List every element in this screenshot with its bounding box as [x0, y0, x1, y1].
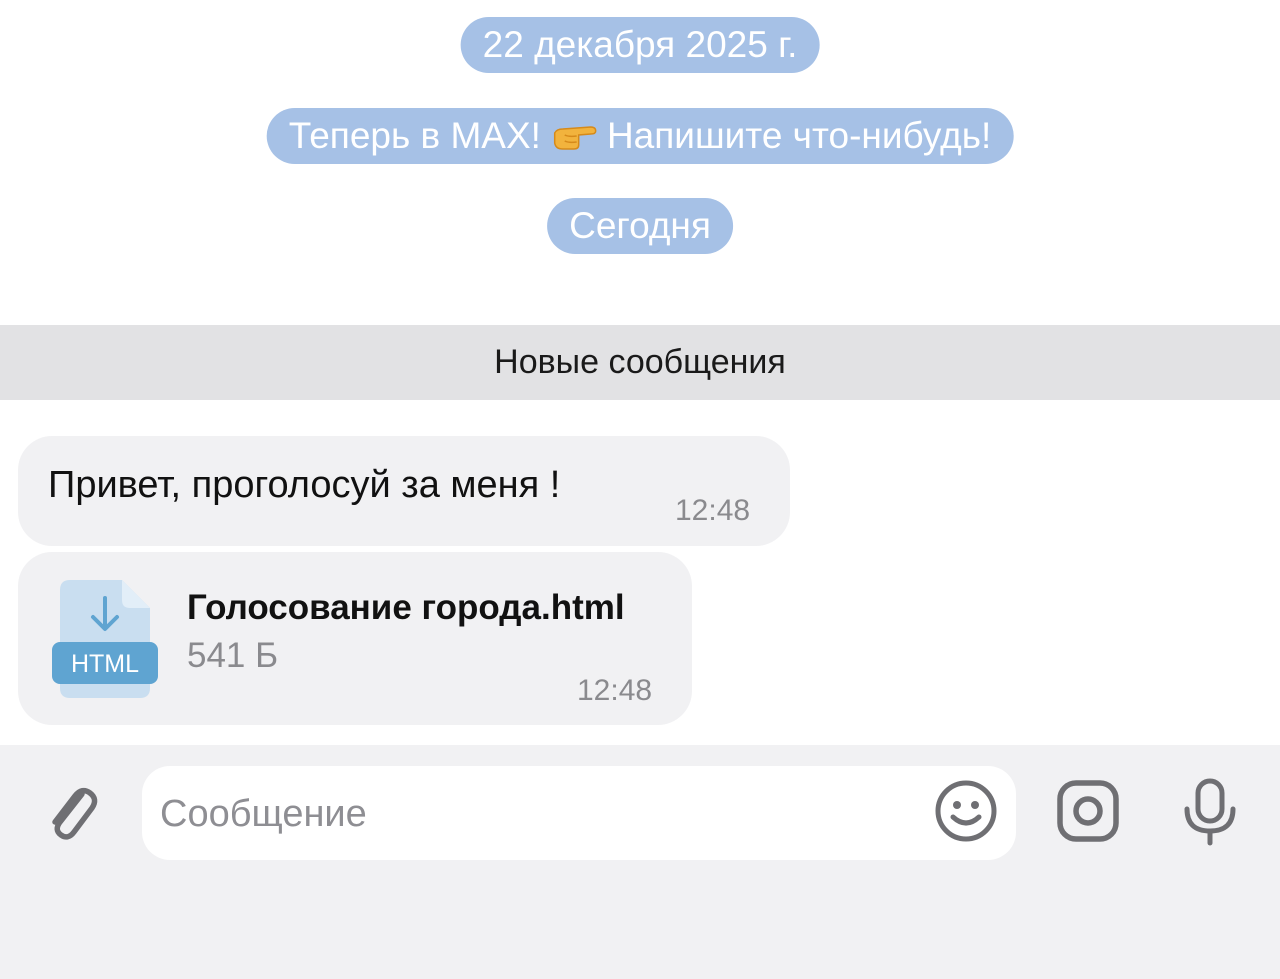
camera-icon[interactable]	[1056, 779, 1120, 843]
message-input[interactable]	[158, 786, 922, 842]
chat-area: 22 декабря 2025 г. Теперь в MAX! Напишит…	[0, 0, 1280, 745]
message-input-box[interactable]	[142, 766, 1016, 860]
welcome-pill-cta: Напишите что-нибудь!	[606, 115, 992, 156]
pointing-hand-icon	[551, 121, 599, 153]
date-pill: 22 декабря 2025 г.	[460, 17, 820, 73]
microphone-icon[interactable]	[1180, 777, 1240, 847]
emoji-icon[interactable]	[934, 779, 998, 843]
today-pill: Сегодня	[547, 198, 733, 254]
file-size: 541 Б	[187, 636, 279, 675]
message-bubble[interactable]: Привет, проголосуй за меня !	[18, 436, 790, 546]
message-time: 12:48	[577, 674, 653, 707]
message-time: 12:48	[675, 494, 751, 527]
message-text: Привет, проголосуй за меня !	[48, 464, 561, 506]
welcome-pill: Теперь в MAX! Напишите что-нибудь!	[266, 108, 1014, 164]
new-messages-divider: Новые сообщения	[0, 325, 1280, 400]
paperclip-icon[interactable]	[42, 780, 102, 842]
welcome-pill-text: Теперь в MAX!	[288, 115, 541, 156]
file-type-badge: HTML	[71, 650, 139, 678]
file-icon[interactable]: HTML	[50, 580, 160, 698]
file-name[interactable]: Голосование города.html	[187, 588, 625, 628]
